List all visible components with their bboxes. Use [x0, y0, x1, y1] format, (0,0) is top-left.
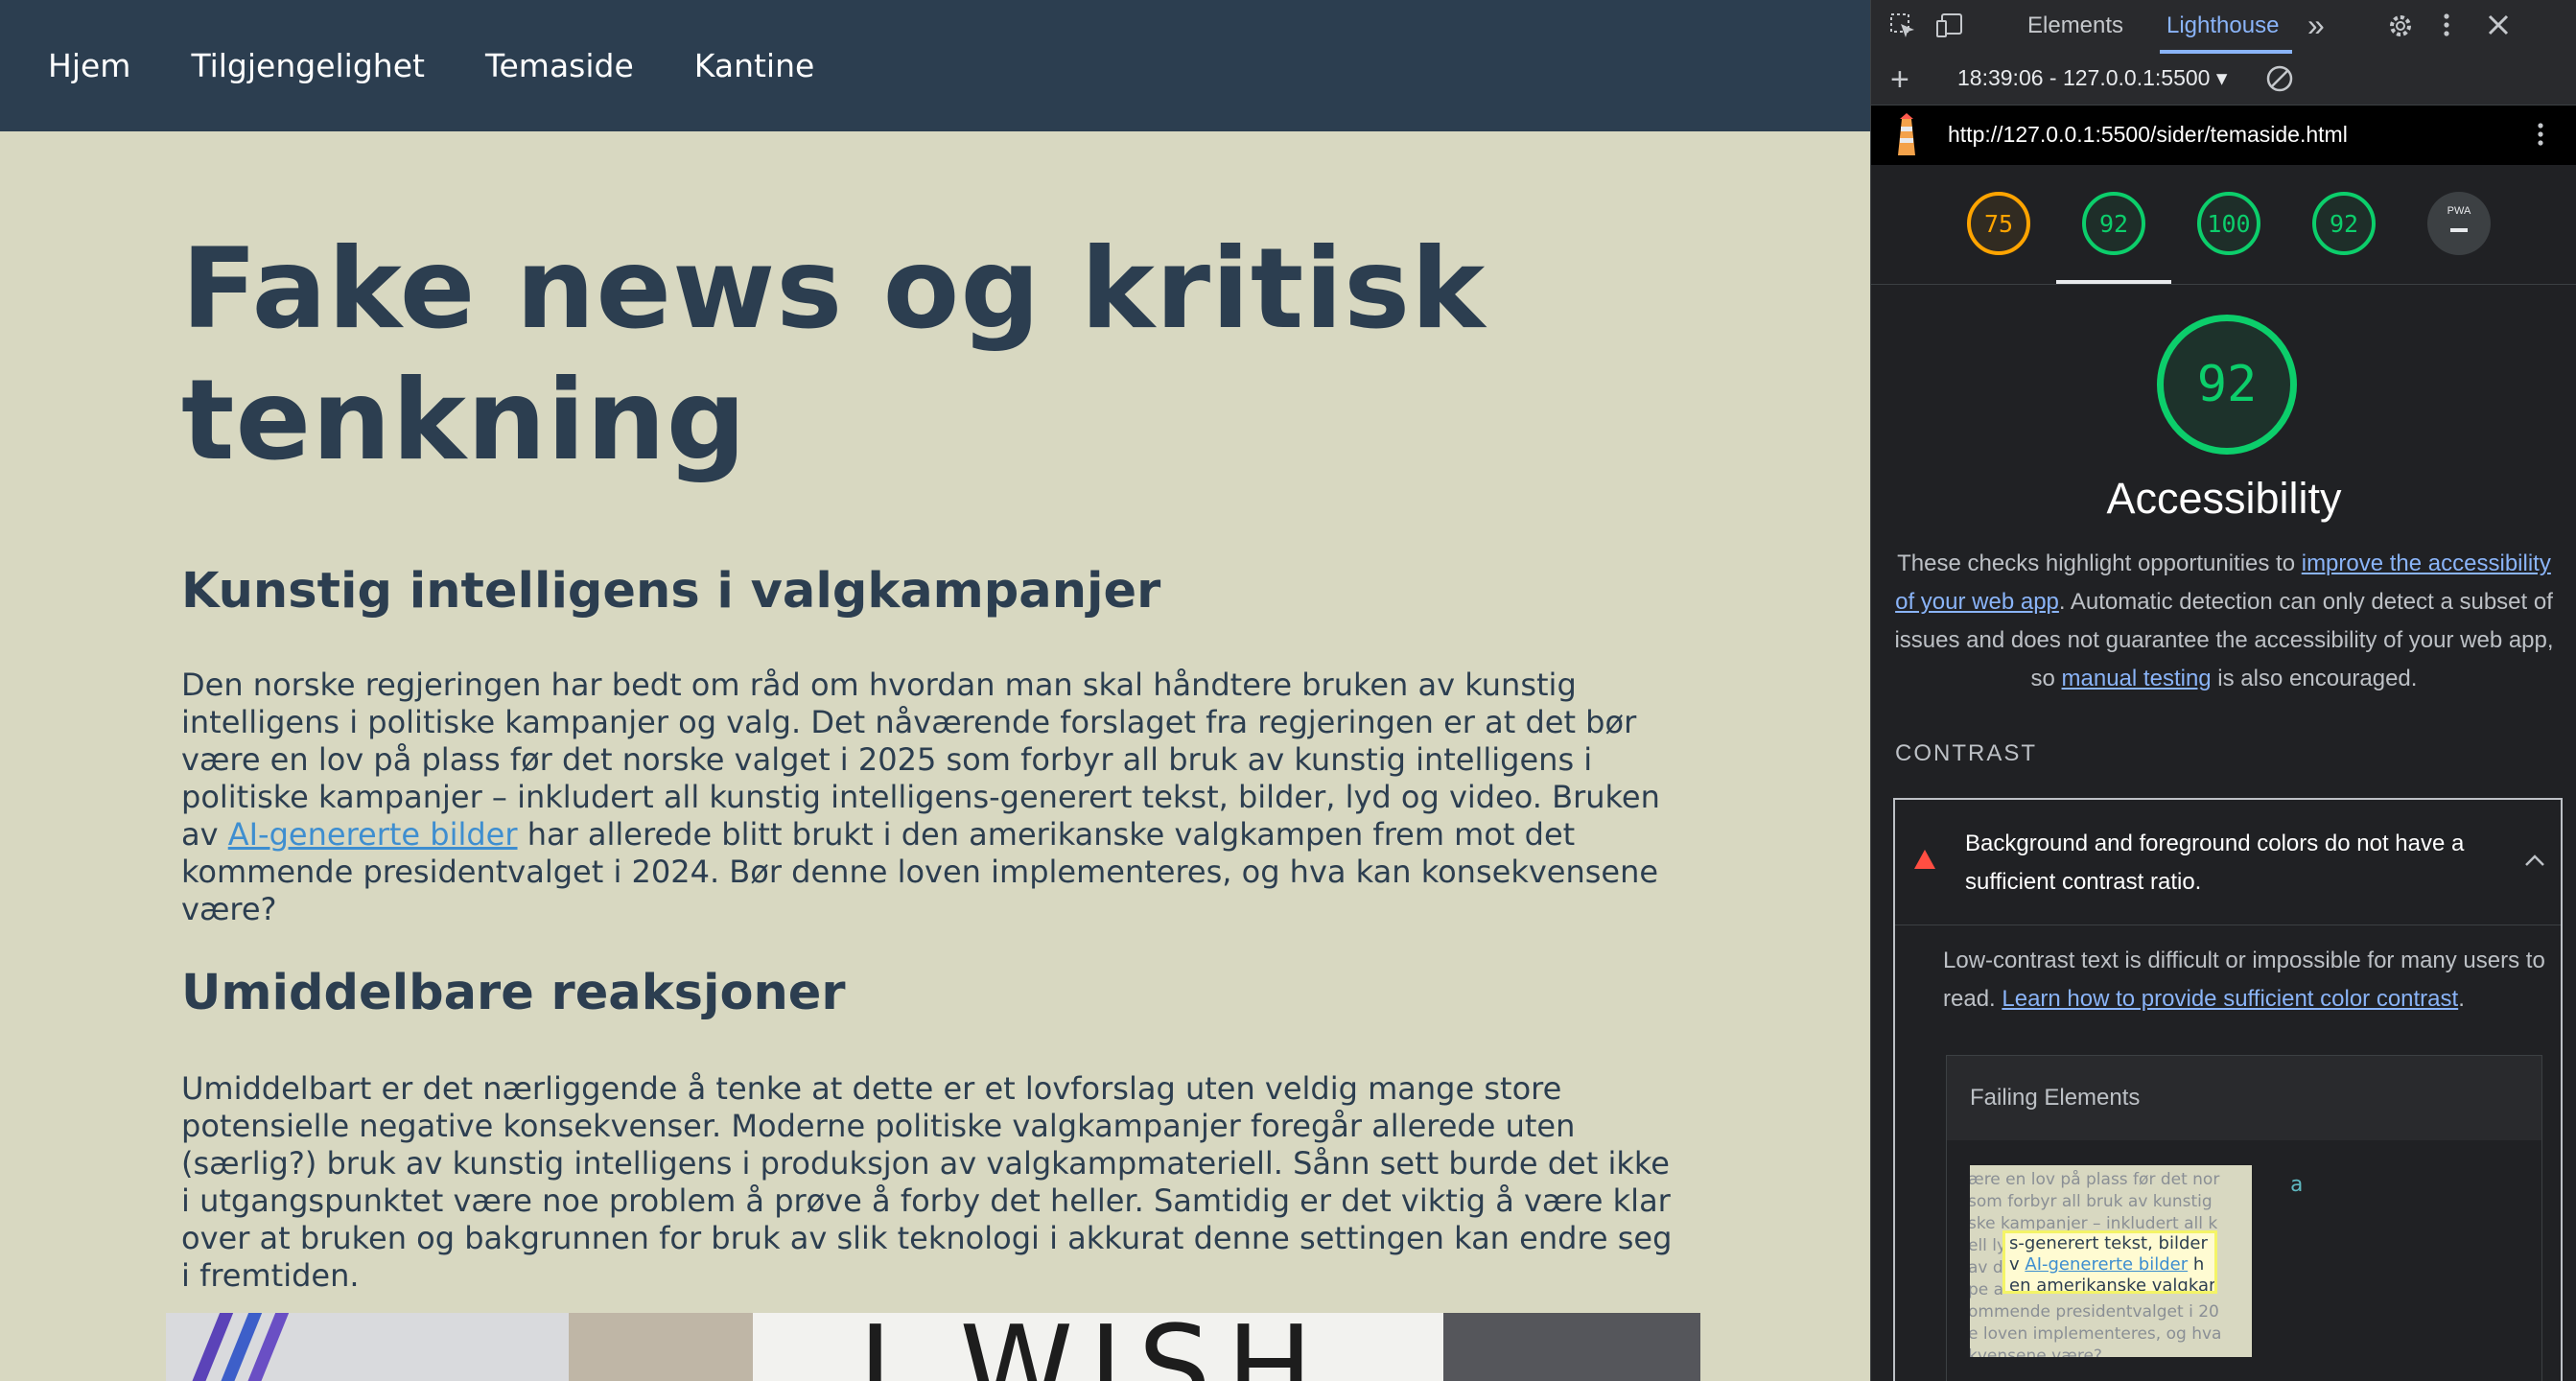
paragraph-line-suffix: har allerede blitt brukt i den amerikans… [517, 816, 1576, 853]
close-icon[interactable] [2485, 12, 2512, 45]
paragraph-line: være? [181, 891, 277, 927]
paragraph-line: (særlig?) bruk av kunstig intelligens i … [181, 1145, 1670, 1182]
audit-title: Background and foreground colors do not … [1965, 831, 2465, 895]
category-desc-text: These checks highlight opportunities to [1897, 550, 2302, 576]
paragraph-line: i fremtiden. [181, 1257, 360, 1294]
plus-icon[interactable]: + [1890, 61, 1909, 99]
device-toolbar-icon[interactable] [1934, 12, 1965, 47]
paragraph-line: Umiddelbart er det nærliggende å tenke a… [181, 1070, 1562, 1107]
collage-image-hand [569, 1313, 753, 1381]
page-title-line1: Fake news og kritisk [181, 224, 1487, 354]
snapshot-line: ommende presidentvalget i 20 [1970, 1302, 2219, 1322]
score-gauge-best-practices[interactable]: 100 [2197, 192, 2260, 255]
page-title-line2: tenkning [181, 356, 747, 485]
snapshot-line: kvensene være? [1970, 1346, 2102, 1357]
collage-image-dark [1443, 1313, 1700, 1381]
lighthouse-logo-icon [1892, 113, 1921, 164]
clear-reports-icon[interactable] [2265, 64, 2294, 100]
double-chevron-right-icon[interactable]: » [2307, 8, 2325, 43]
report-selector[interactable]: 18:39:06 - 127.0.0.1:5500 ▾ [1957, 65, 2227, 91]
devtools-panel: Elements Lighthouse » + 18:39:06 - 127.0… [1870, 0, 2576, 1381]
paragraph-line: politiske kampanjer – inkludert all kuns… [181, 779, 1660, 815]
section-paragraph-ai: Den norske regjeringen har bedt om råd o… [181, 667, 1706, 928]
category-desc-text: is also encouraged. [2211, 666, 2418, 691]
inspect-element-icon[interactable] [1888, 12, 1917, 47]
tab-lighthouse[interactable]: Lighthouse [2166, 12, 2279, 39]
collage-image-protest-sign: I WISH [753, 1313, 1443, 1381]
contrast-audit: Background and foreground colors do not … [1893, 798, 2563, 1381]
selected-gauge-indicator [2056, 280, 2171, 284]
nav-link-temaside[interactable]: Temaside [485, 47, 634, 84]
protest-sign-text: I WISH [858, 1313, 1328, 1381]
snapshot-highlight-line: en amerikanske valgkar [2009, 1276, 2216, 1294]
paragraph-line: kommende presidentvalget i 2024. Bør den… [181, 854, 1659, 890]
section-heading-ai: Kunstig intelligens i valgkampanjer [181, 563, 1161, 620]
score-gauge-pwa[interactable]: PWA [2427, 192, 2491, 255]
audit-desc-text: . [2458, 986, 2465, 1012]
snapshot-line: som forbyr all bruk av kunstig [1970, 1192, 2213, 1211]
audit-group-title: CONTRAST [1895, 740, 2037, 766]
category-title: Accessibility [2106, 474, 2342, 523]
paragraph-line: Den norske regjeringen har bedt om råd o… [181, 667, 1577, 703]
paragraph-line: over at bruken og bakgrunnen for bruk av… [181, 1220, 1673, 1256]
snapshot-highlight-text: v [2009, 1254, 2026, 1275]
score-gauge-accessibility[interactable]: 92 [2082, 192, 2145, 255]
category-description: These checks highlight opportunities to … [1890, 545, 2558, 698]
manual-testing-link[interactable]: manual testing [2062, 666, 2212, 691]
score-gauge-performance[interactable]: 75 [1967, 192, 2030, 255]
snapshot-line: ære en lov på plass før det nor [1970, 1170, 2220, 1189]
audit-description: Low-contrast text is difficult or imposs… [1943, 942, 2547, 1018]
snapshot-highlight: s-generert tekst, bilder v AI-genererte … [2002, 1230, 2217, 1294]
web-page: Hjem Tilgjengelighet Temaside Kantine Fa… [0, 0, 1870, 1381]
learn-contrast-link[interactable]: Learn how to provide sufficient color co… [2002, 986, 2458, 1012]
tab-elements[interactable]: Elements [2027, 12, 2123, 39]
paragraph-line: være en lov på plass før det norske valg… [181, 741, 1593, 778]
paragraph-line: potensielle negative konsekvenser. Moder… [181, 1108, 1576, 1144]
failing-node-label[interactable]: a [2290, 1173, 2303, 1197]
article-content: Fake news og kritisk tenkning Kunstig in… [181, 131, 1706, 1295]
report-url-bar: http://127.0.0.1:5500/sider/temaside.htm… [1871, 105, 2576, 165]
snapshot-highlight-text: h [2188, 1254, 2205, 1275]
nav-link-tilgjengelighet[interactable]: Tilgjengelighet [191, 47, 425, 84]
failing-elements-table: Failing Elements ære en lov på plass før… [1946, 1055, 2542, 1381]
failing-element-row[interactable]: ære en lov på plass før det nor som forb… [1947, 1140, 2541, 1381]
ai-images-link[interactable]: AI-genererte bilder [228, 816, 518, 853]
page-title: Fake news og kritisk tenkning [181, 223, 1706, 486]
score-gauge-seo[interactable]: 92 [2312, 192, 2376, 255]
article-image-collage: I WISH [166, 1313, 1700, 1381]
section-heading-reactions: Umiddelbare reaksjoner [181, 965, 846, 1021]
top-navigation: Hjem Tilgjengelighet Temaside Kantine [0, 0, 1870, 131]
snapshot-line: pe a [1970, 1280, 2004, 1299]
snapshot-highlight-line: s-generert tekst, bilder [2009, 1233, 2208, 1253]
element-screenshot: ære en lov på plass før det nor som forb… [1970, 1165, 2252, 1357]
kebab-menu-icon[interactable] [2441, 10, 2452, 47]
pwa-dash-icon [2450, 228, 2468, 232]
nav-link-kantine[interactable]: Kantine [694, 47, 815, 84]
paragraph-line: i utgangspunktet være noe problem å prøv… [181, 1182, 1671, 1219]
failing-elements-header: Failing Elements [1947, 1056, 2541, 1141]
devtools-tab-bar: Elements Lighthouse » [1871, 0, 2576, 55]
paragraph-line-prefix: av [181, 816, 228, 853]
nav-link-hjem[interactable]: Hjem [48, 47, 130, 84]
accessibility-score-gauge: 92 [2157, 315, 2297, 455]
snapshot-line: e loven implementeres, og hva [1970, 1324, 2222, 1344]
snapshot-link-text: AI-genererte bilder [2025, 1254, 2189, 1275]
lighthouse-toolbar: + 18:39:06 - 127.0.0.1:5500 ▾ [1871, 54, 2576, 105]
report-url: http://127.0.0.1:5500/sider/temaside.htm… [1948, 122, 2348, 147]
gear-icon[interactable] [2385, 11, 2416, 48]
pwa-label: PWA [2447, 205, 2471, 217]
audit-header[interactable]: Background and foreground colors do not … [1895, 800, 2561, 925]
fail-triangle-icon [1914, 850, 1935, 869]
report-kebab-menu-icon[interactable] [2535, 119, 2546, 156]
chevron-up-icon[interactable] [2524, 844, 2545, 874]
paragraph-line: intelligens i politiske kampanjer og val… [181, 704, 1637, 740]
snapshot-highlight-line: v AI-genererte bilder h [2009, 1254, 2204, 1276]
collage-image-stripes [166, 1313, 569, 1381]
section-paragraph-reactions: Umiddelbart er det nærliggende å tenke a… [181, 1070, 1706, 1295]
failing-elements-label: Failing Elements [1970, 1085, 2141, 1111]
